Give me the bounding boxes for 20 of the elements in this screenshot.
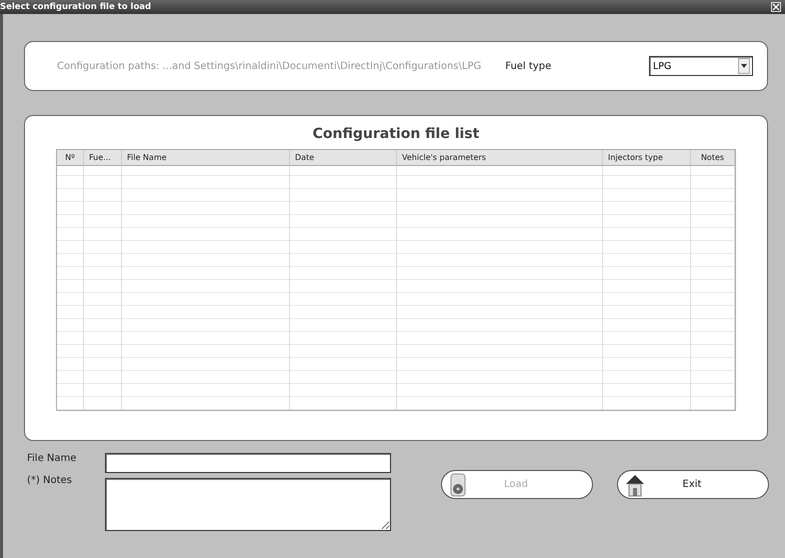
column-header[interactable]: Nº: [57, 150, 84, 166]
notes-label: (*) Notes: [27, 475, 73, 486]
window-title: Select configuration file to load: [0, 2, 152, 12]
column-header[interactable]: Notes: [691, 150, 735, 166]
file-name-field[interactable]: [105, 453, 391, 473]
caret-icon: [741, 64, 747, 68]
notes-field[interactable]: [105, 478, 391, 531]
column-header[interactable]: Vehicle's parameters: [397, 150, 603, 166]
column-header[interactable]: File Name: [122, 150, 290, 166]
house-icon: [624, 472, 646, 496]
configuration-path: Configuration paths: ...and Settings\rinaldini\Documenti\DirectInj\Configurations\LPG: [57, 60, 482, 72]
file-name-label: File Name: [27, 453, 78, 464]
column-header[interactable]: Injectors type: [603, 150, 691, 166]
exit-button[interactable]: Exit: [617, 470, 769, 499]
fuel-type-dropdown[interactable]: LPG: [649, 56, 753, 76]
column-header[interactable]: Date: [290, 150, 397, 166]
close-icon[interactable]: [771, 2, 781, 12]
fuel-type-label: Fuel type: [505, 60, 552, 72]
column-header[interactable]: Fue...: [84, 150, 122, 166]
list-title: Configuration file list: [312, 126, 480, 142]
